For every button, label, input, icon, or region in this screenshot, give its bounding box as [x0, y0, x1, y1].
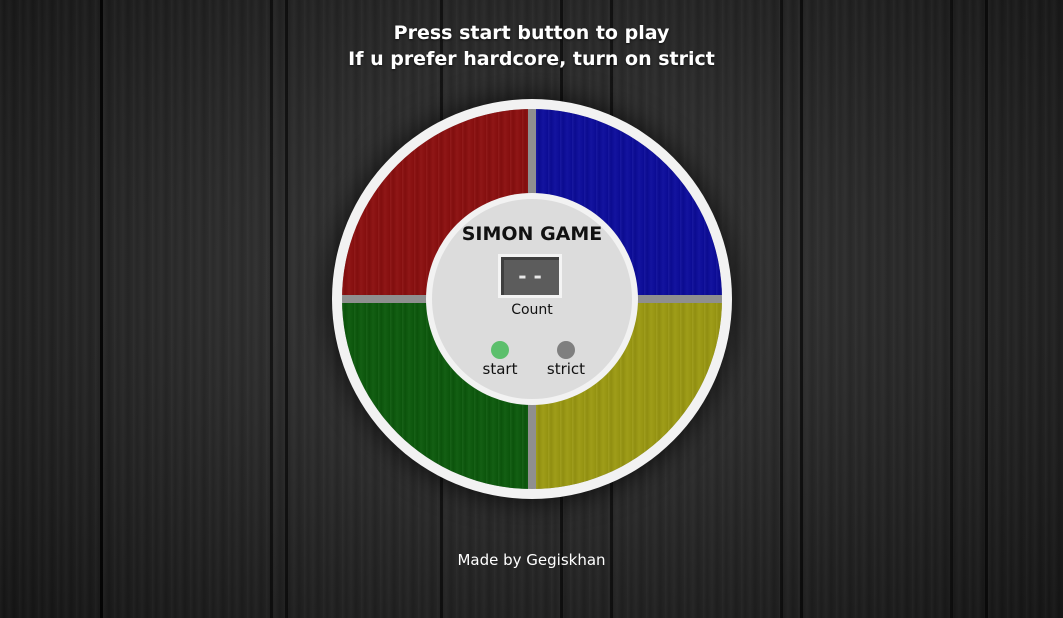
control-panel-face: SIMON GAME - - Count start strict [432, 199, 632, 399]
start-button[interactable] [491, 341, 509, 359]
start-label: start [482, 360, 518, 378]
simon-board: SIMON GAME - - Count start strict [332, 99, 732, 499]
strict-button[interactable] [557, 341, 575, 359]
count-label: Count [511, 302, 553, 318]
wood-plank-seam [285, 0, 288, 618]
wood-plank-seam [985, 0, 988, 618]
strict-label: strict [546, 360, 586, 378]
control-panel: SIMON GAME - - Count start strict [426, 193, 638, 405]
wood-plank-seam [800, 0, 803, 618]
instruction-line-start: Press start button to play [393, 22, 670, 44]
wood-plank-seam [100, 0, 103, 618]
instructions: Press start button to play If u prefer h… [0, 20, 1063, 72]
count-display: - - [498, 254, 562, 298]
simon-game-page: { "instructions": { "line1": "Press star… [0, 0, 1063, 618]
game-title: SIMON GAME [461, 223, 603, 245]
instruction-line-strict: If u prefer hardcore, turn on strict [348, 48, 715, 70]
footer-credit: Made by Gegiskhan [457, 551, 606, 569]
